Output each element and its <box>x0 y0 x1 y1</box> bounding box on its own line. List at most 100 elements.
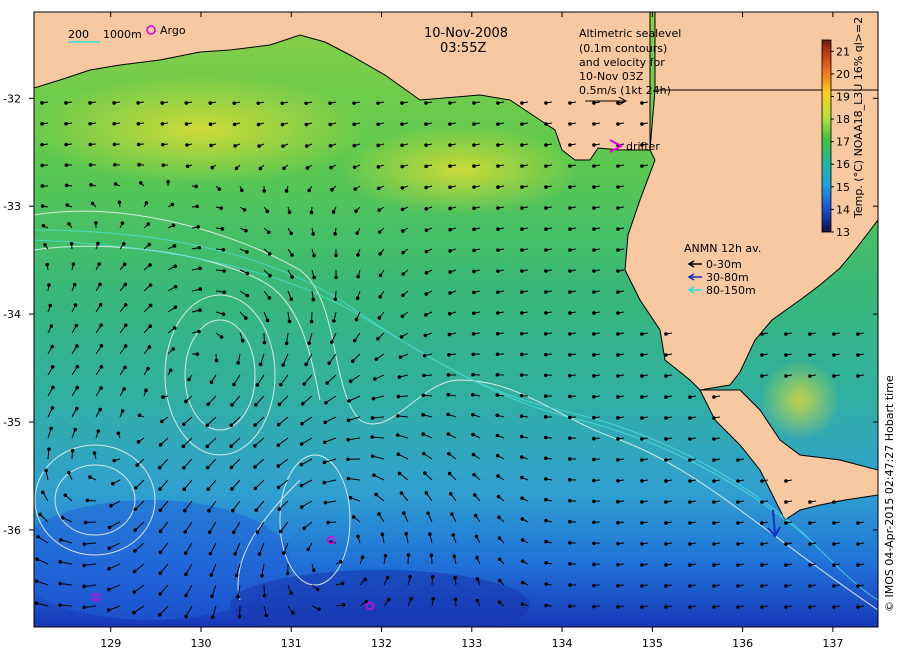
velocity-arrow-head <box>209 573 214 577</box>
velocity-arrow-head <box>616 269 620 273</box>
velocity-arrow-head <box>400 186 405 190</box>
velocity-arrow-head <box>568 604 572 608</box>
velocity-arrow-head <box>255 530 260 534</box>
velocity-arrow-head <box>82 542 87 546</box>
velocity-arrow-head <box>395 414 400 418</box>
velocity-arrow-head <box>257 552 262 556</box>
velocity-arrow-head <box>350 359 355 363</box>
velocity-arrow-head <box>664 395 668 399</box>
velocity-arrow-head <box>424 207 429 211</box>
velocity-arrow-head <box>832 500 836 504</box>
velocity-arrow-head <box>688 416 692 420</box>
velocity-arrow-head <box>184 101 189 105</box>
velocity-arrow-head <box>325 381 329 385</box>
velocity-arrow-head <box>205 444 210 449</box>
velocity-arrow-head <box>112 142 117 147</box>
velocity-arrow-head <box>98 302 103 307</box>
velocity-arrow-head <box>385 575 390 580</box>
velocity-arrow-head <box>107 567 111 571</box>
velocity-arrow-head <box>172 326 177 330</box>
velocity-arrow-head <box>472 290 476 295</box>
velocity-arrow-head <box>640 122 644 126</box>
velocity-arrow-head <box>99 386 103 390</box>
velocity-arrow-head <box>496 143 500 147</box>
velocity-arrow-head <box>451 533 456 537</box>
velocity-arrow-head <box>229 444 234 448</box>
velocity-arrow-head <box>736 563 740 567</box>
velocity-arrow-head <box>616 353 620 357</box>
velocity-arrow-head <box>472 101 476 105</box>
velocity-arrow-head <box>64 142 68 147</box>
colorbar-tick-label: 19 <box>836 90 850 103</box>
velocity-arrow-head <box>424 271 429 275</box>
velocity-arrow-head <box>401 229 405 233</box>
velocity-arrow-head <box>712 479 716 483</box>
velocity-arrow-head <box>376 143 381 148</box>
velocity-arrow-head <box>44 468 48 473</box>
velocity-arrow-head <box>736 479 740 483</box>
velocity-arrow-head <box>302 382 306 386</box>
velocity-arrow-head <box>424 228 429 232</box>
velocity-arrow-head <box>338 560 343 564</box>
velocity-arrow-head <box>592 290 596 294</box>
velocity-arrow-head <box>856 605 860 609</box>
velocity-arrow-head <box>370 454 375 458</box>
velocity-arrow-head <box>640 416 644 420</box>
velocity-arrow-head <box>106 608 111 612</box>
velocity-arrow-head <box>34 579 39 583</box>
velocity-arrow-head <box>43 243 47 247</box>
velocity-arrow-head <box>616 290 620 294</box>
velocity-arrow-head <box>312 275 316 280</box>
velocity-arrow-head <box>736 500 740 504</box>
velocity-arrow-head <box>616 248 620 252</box>
velocity-arrow-head <box>160 142 165 147</box>
velocity-arrow-head <box>400 164 405 169</box>
velocity-arrow-head <box>45 262 50 267</box>
velocity-arrow-head <box>182 465 186 470</box>
velocity-arrow-head <box>281 363 285 367</box>
velocity-arrow-head <box>640 164 644 168</box>
velocity-arrow-head <box>568 248 572 252</box>
velocity-arrow-head <box>71 262 76 266</box>
velocity-arrow-head <box>592 394 596 399</box>
velocity-arrow-head <box>664 521 668 525</box>
velocity-arrow-head <box>544 352 548 357</box>
velocity-arrow-head <box>495 372 500 377</box>
velocity-arrow-head <box>688 563 692 567</box>
velocity-arrow-head <box>280 122 285 127</box>
velocity-arrow-head <box>109 504 113 508</box>
velocity-arrow-head <box>431 596 436 601</box>
velocity-arrow-head <box>47 283 51 287</box>
velocity-arrow-head <box>209 380 214 384</box>
velocity-arrow-head <box>198 287 203 291</box>
velocity-arrow-head <box>136 101 140 105</box>
velocity-arrow-head <box>254 402 258 407</box>
velocity-arrow-head <box>356 534 360 539</box>
velocity-arrow-head <box>117 200 122 205</box>
velocity-arrow-head <box>568 143 572 147</box>
velocity-arrow-head <box>98 282 102 287</box>
velocity-arrow-head <box>299 483 304 488</box>
velocity-arrow-head <box>688 542 692 546</box>
velocity-arrow-head <box>311 568 316 573</box>
velocity-arrow-head <box>323 500 328 505</box>
velocity-arrow-head <box>520 122 524 126</box>
velocity-arrow-head <box>401 250 405 255</box>
velocity-arrow-head <box>183 530 188 534</box>
velocity-arrow-head <box>276 443 281 447</box>
velocity-arrow-head <box>664 542 668 546</box>
velocity-arrow-head <box>664 353 668 357</box>
velocity-arrow-head <box>146 366 150 371</box>
velocity-arrow-head <box>289 591 293 596</box>
velocity-arrow-head <box>495 453 500 458</box>
colorbar-tick-label: 21 <box>836 45 850 58</box>
velocity-arrow-head <box>64 163 69 167</box>
velocity-arrow-head <box>664 437 668 441</box>
velocity-arrow-head <box>97 262 101 266</box>
x-tick-label: 134 <box>552 637 573 650</box>
velocity-arrow-head <box>592 143 596 147</box>
velocity-arrow-head <box>194 184 199 189</box>
velocity-arrow-head <box>398 355 403 359</box>
velocity-arrow-head <box>520 164 524 168</box>
velocity-arrow-head <box>424 313 428 317</box>
